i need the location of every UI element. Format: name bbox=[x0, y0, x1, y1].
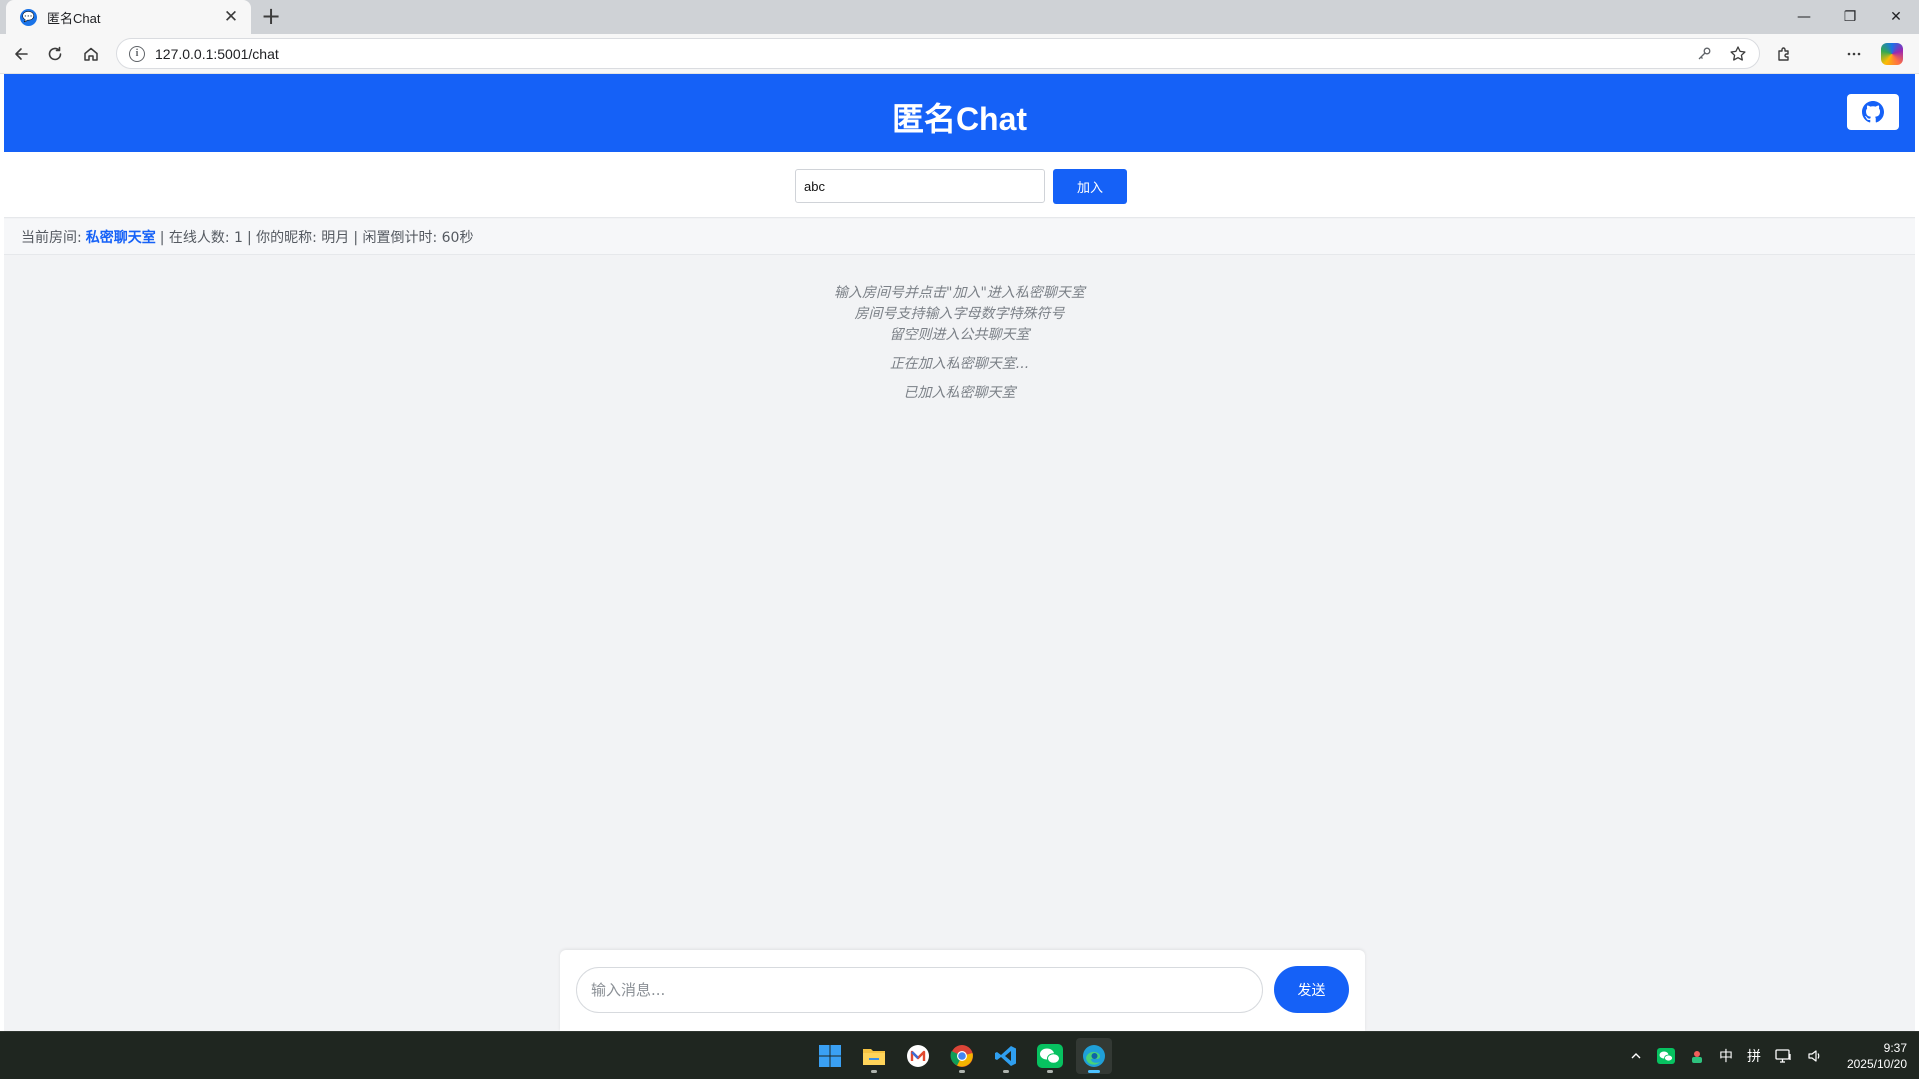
tray-app-icon[interactable] bbox=[1689, 1048, 1705, 1064]
tray-wechat-icon[interactable] bbox=[1656, 1048, 1675, 1064]
taskbar-edge[interactable] bbox=[1076, 1038, 1112, 1074]
wechat-icon bbox=[1037, 1044, 1063, 1068]
intro-line-1: 输入房间号并点击"加入"进入私密聊天室 bbox=[834, 285, 1085, 301]
room-status-bar: 当前房间: 私密聊天室 | 在线人数: 1 | 你的昵称: 明月 | 闲置倒计时… bbox=[4, 219, 1915, 255]
message-input[interactable] bbox=[576, 967, 1263, 1013]
system-tray: 中 拼 9:37 2025/10/20 bbox=[1629, 1032, 1907, 1080]
tray-ime-language[interactable]: 中 bbox=[1719, 1046, 1733, 1066]
taskbar-vscode[interactable] bbox=[988, 1038, 1024, 1074]
taskbar-file-explorer[interactable] bbox=[856, 1038, 892, 1074]
message-compose-bar: 发送 bbox=[560, 950, 1365, 1031]
github-icon bbox=[1862, 101, 1884, 123]
taskbar-clock[interactable]: 9:37 2025/10/20 bbox=[1847, 1040, 1907, 1072]
start-button[interactable] bbox=[812, 1038, 848, 1074]
window-controls: — ❐ ✕ bbox=[1781, 0, 1919, 34]
running-indicator bbox=[1047, 1070, 1053, 1073]
join-button[interactable]: 加入 bbox=[1053, 169, 1127, 204]
tab-close-icon[interactable]: ✕ bbox=[221, 7, 241, 27]
address-bar[interactable]: i 127.0.0.1:5001/chat bbox=[116, 38, 1760, 69]
clock-time: 9:37 bbox=[1883, 1041, 1907, 1055]
browser-tab[interactable]: 💬 匿名Chat ✕ bbox=[6, 0, 251, 34]
tray-overflow-chevron-icon[interactable] bbox=[1629, 1049, 1643, 1063]
room-number-input[interactable] bbox=[795, 169, 1045, 203]
clock-date: 2025/10/20 bbox=[1846, 1057, 1907, 1071]
current-room-name: 私密聊天室 bbox=[85, 229, 156, 246]
intro-line-3: 留空则进入公共聊天室 bbox=[889, 327, 1030, 343]
restore-button[interactable]: ❐ bbox=[1827, 0, 1873, 34]
close-window-button[interactable]: ✕ bbox=[1873, 0, 1919, 34]
idle-countdown: | 闲置倒计时: 60秒 bbox=[353, 229, 474, 246]
minimize-button[interactable]: — bbox=[1781, 0, 1827, 34]
vscode-icon bbox=[995, 1046, 1016, 1066]
browser-toolbar: i 127.0.0.1:5001/chat bbox=[0, 34, 1919, 74]
back-button[interactable] bbox=[6, 39, 36, 69]
taskbar-apps bbox=[812, 1038, 1112, 1074]
system-message-intro: 输入房间号并点击"加入"进入私密聊天室 房间号支持输入字母数字特殊符号 留空则进… bbox=[4, 283, 1915, 346]
chat-page: 匿名Chat 加入 当前房间: 私密聊天室 | 在线人数: 1 | 你的昵称: … bbox=[4, 74, 1915, 1031]
key-icon[interactable] bbox=[1693, 43, 1715, 65]
send-button[interactable]: 发送 bbox=[1274, 966, 1349, 1013]
toolbar-divider bbox=[1807, 39, 1831, 69]
app-header: 匿名Chat bbox=[4, 74, 1915, 152]
file-explorer-icon bbox=[863, 1049, 885, 1065]
running-indicator bbox=[1088, 1070, 1100, 1073]
copilot-icon bbox=[1881, 43, 1903, 65]
app-title: 匿名Chat bbox=[891, 101, 1028, 137]
more-menu-icon[interactable] bbox=[1839, 39, 1869, 69]
home-icon bbox=[84, 47, 98, 61]
windows-logo-icon bbox=[819, 1045, 841, 1067]
windows-taskbar: 中 拼 9:37 2025/10/20 bbox=[0, 1031, 1919, 1079]
favorite-star-icon[interactable] bbox=[1727, 43, 1749, 65]
chrome-icon bbox=[950, 1045, 973, 1067]
extensions-icon[interactable] bbox=[1769, 39, 1799, 69]
nickname: | 你的昵称: 明月 bbox=[246, 229, 350, 246]
github-button[interactable] bbox=[1847, 94, 1899, 130]
reload-icon bbox=[48, 46, 62, 61]
online-count: | 在线人数: 1 bbox=[159, 229, 243, 246]
chat-favicon-icon: 💬 bbox=[20, 8, 37, 26]
tray-ime-mode[interactable]: 拼 bbox=[1747, 1046, 1761, 1066]
current-room-label: 当前房间: bbox=[21, 229, 82, 246]
home-button[interactable] bbox=[76, 39, 106, 69]
tab-title: 匿名Chat bbox=[47, 10, 101, 26]
mail-app-icon bbox=[907, 1045, 929, 1067]
system-message-joining: 正在加入私密聊天室... bbox=[889, 356, 1030, 372]
site-info-icon[interactable]: i bbox=[129, 45, 145, 62]
tray-volume-icon[interactable] bbox=[1807, 1048, 1823, 1064]
running-indicator bbox=[1003, 1070, 1009, 1073]
join-room-bar: 加入 bbox=[4, 152, 1915, 218]
taskbar-wechat[interactable] bbox=[1032, 1038, 1068, 1074]
taskbar-mail[interactable] bbox=[900, 1038, 936, 1074]
browser-tabstrip: 💬 匿名Chat ✕ + — ❐ ✕ bbox=[0, 0, 1919, 34]
intro-line-2: 房间号支持输入字母数字特殊符号 bbox=[854, 306, 1065, 322]
message-list: 输入房间号并点击"加入"进入私密聊天室 房间号支持输入字母数字特殊符号 留空则进… bbox=[4, 256, 1915, 936]
tray-network-icon[interactable] bbox=[1775, 1048, 1793, 1064]
running-indicator bbox=[959, 1070, 965, 1073]
running-indicator bbox=[871, 1070, 877, 1073]
new-tab-button[interactable]: + bbox=[256, 2, 286, 32]
system-message-joined: 已加入私密聊天室 bbox=[903, 385, 1016, 401]
copilot-button[interactable] bbox=[1877, 39, 1907, 69]
reload-button[interactable] bbox=[40, 39, 70, 69]
address-url[interactable]: 127.0.0.1:5001/chat bbox=[155, 46, 279, 62]
edge-icon bbox=[1083, 1045, 1105, 1067]
taskbar-chrome[interactable] bbox=[944, 1038, 980, 1074]
back-arrow-icon bbox=[15, 48, 28, 60]
